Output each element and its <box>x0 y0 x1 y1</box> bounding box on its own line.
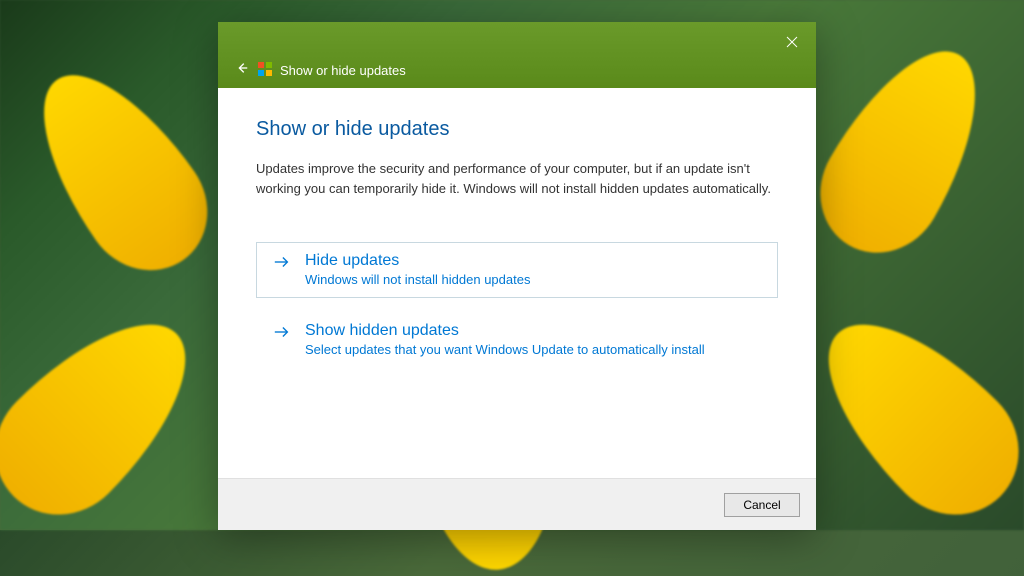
option-subtitle: Windows will not install hidden updates <box>305 272 530 287</box>
arrow-right-icon <box>273 253 293 273</box>
titlebar: Show or hide updates <box>218 22 816 88</box>
page-heading: Show or hide updates <box>256 118 778 141</box>
option-show-hidden-updates[interactable]: Show hidden updates Select updates that … <box>256 312 778 368</box>
close-icon <box>786 36 798 48</box>
back-arrow-icon <box>235 61 249 75</box>
option-title: Hide updates <box>305 251 530 270</box>
titlebar-text: Show or hide updates <box>280 63 406 78</box>
option-subtitle: Select updates that you want Windows Upd… <box>305 342 705 357</box>
option-title: Show hidden updates <box>305 321 705 340</box>
dialog-footer: Cancel <box>218 478 816 530</box>
windows-logo-icon <box>258 62 272 76</box>
option-hide-updates[interactable]: Hide updates Windows will not install hi… <box>256 242 778 298</box>
cancel-button[interactable]: Cancel <box>724 493 800 517</box>
close-button[interactable] <box>782 32 802 52</box>
back-button[interactable] <box>232 58 252 78</box>
option-text: Show hidden updates Select updates that … <box>305 321 705 357</box>
page-description: Updates improve the security and perform… <box>256 159 778 198</box>
option-text: Hide updates Windows will not install hi… <box>305 251 530 287</box>
dialog-content: Show or hide updates Updates improve the… <box>218 88 816 478</box>
arrow-right-icon <box>273 323 293 343</box>
troubleshooter-dialog: Show or hide updates Show or hide update… <box>218 22 816 530</box>
